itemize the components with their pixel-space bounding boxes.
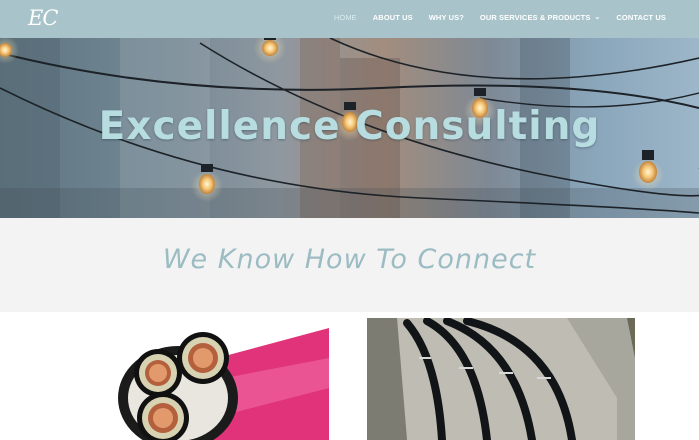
cable-trench-image (367, 318, 635, 440)
nav-home[interactable]: HOME (334, 13, 357, 22)
nav-about-us[interactable]: ABOUT US (373, 13, 413, 22)
main-nav: HOME ABOUT US WHY US? OUR SERVICES & PRO… (334, 13, 666, 22)
nav-contact-us[interactable]: CONTACT US (616, 13, 666, 22)
cable-cross-section-image (63, 318, 329, 440)
nav-services-products[interactable]: OUR SERVICES & PRODUCTS ⌄ (480, 13, 600, 22)
hero-title: Excellence Consulting (98, 104, 601, 149)
nav-services-label: OUR SERVICES & PRODUCTS (479, 13, 591, 22)
tagline: We Know How To Connect (162, 244, 537, 275)
trench-illustration (367, 318, 635, 440)
nav-why-us[interactable]: WHY US? (429, 13, 464, 22)
site-header: EC HOME ABOUT US WHY US? OUR SERVICES & … (0, 0, 699, 38)
tagline-section: We Know How To Connect (0, 218, 699, 312)
cable-illustration (118, 328, 329, 440)
site-logo[interactable]: EC (28, 6, 58, 30)
chevron-down-icon: ⌄ (594, 14, 601, 21)
hero-banner: Excellence Consulting (0, 38, 699, 218)
